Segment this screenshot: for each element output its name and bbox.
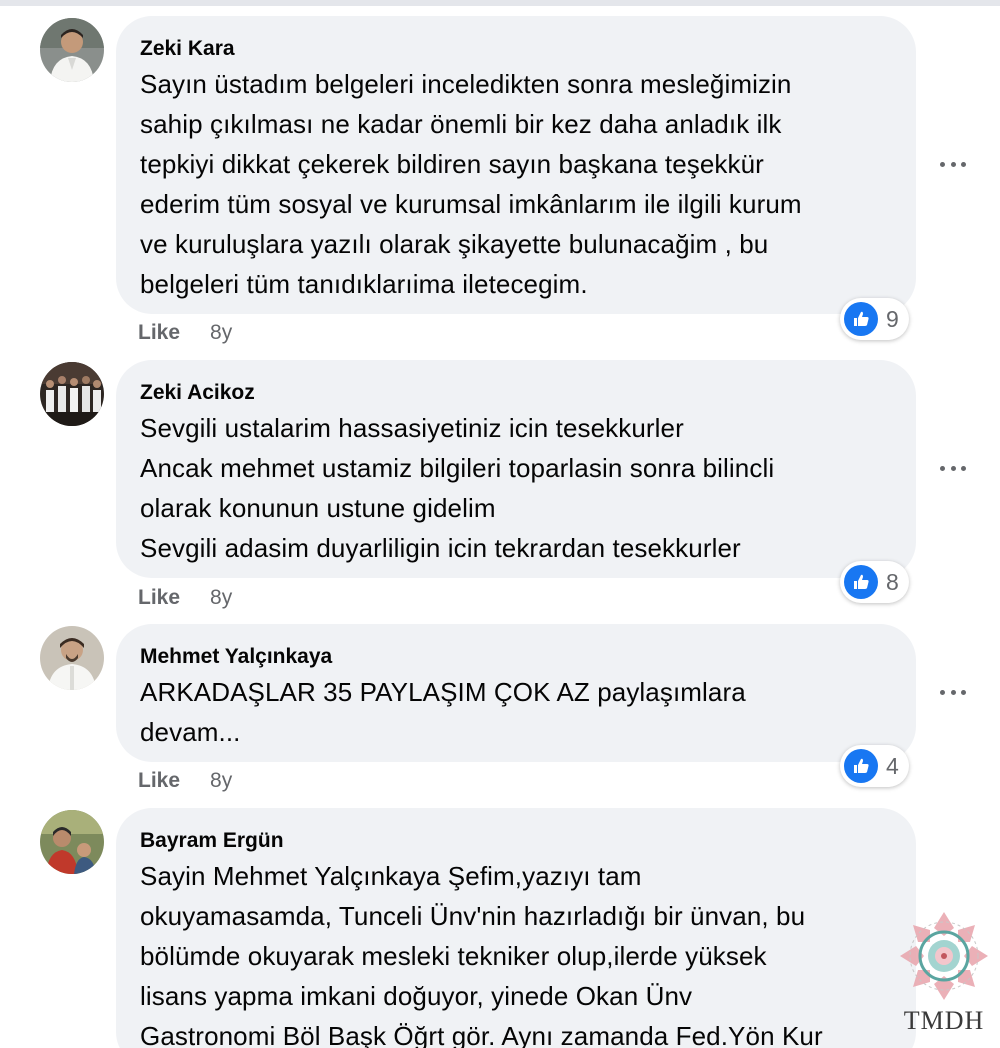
like-button[interactable]: Like [138,769,180,793]
comment-bubble: Zeki Kara Sayın üstadım belgeleri incele… [116,16,916,314]
comment-actions: Like 8y [138,766,232,796]
watermark-text: TMDH [903,1006,985,1035]
more-options-button[interactable] [938,154,968,174]
mandala-icon [900,912,988,1000]
comment-author[interactable]: Zeki Acikoz [140,378,892,408]
comment-text: Sevgili ustalarim hassasiyetiniz icin te… [140,413,775,563]
avatar[interactable] [40,626,104,690]
comment-actions: Like 8y [138,583,232,613]
more-horizontal-icon [940,161,945,167]
reaction-count: 8 [886,568,899,595]
thumbs-up-icon [844,565,878,599]
comment-bubble: Zeki Acikoz Sevgili ustalarim hassasiyet… [116,360,916,578]
comment-bubble: Bayram Ergün Sayin Mehmet Yalçınkaya Şef… [116,808,916,1048]
avatar[interactable] [40,362,104,426]
watermark-logo: TMDH [888,908,1000,1048]
comment-author[interactable]: Bayram Ergün [140,826,892,856]
comment-author[interactable]: Zeki Kara [140,34,892,64]
reaction-summary[interactable]: 8 [840,561,909,603]
reaction-summary[interactable]: 9 [840,298,909,340]
comment-timestamp[interactable]: 8y [210,321,232,345]
comment-text: Sayin Mehmet Yalçınkaya Şefim,yazıyı tam… [140,861,823,1048]
comment-author[interactable]: Mehmet Yalçınkaya [140,642,892,672]
comment-actions: Like 8y [138,318,232,348]
like-button[interactable]: Like [138,321,180,345]
like-button[interactable]: Like [138,586,180,610]
thumbs-up-icon [844,302,878,336]
comment-text: Sayın üstadım belgeleri inceledikten son… [140,69,802,299]
reaction-count: 9 [886,305,899,332]
avatar[interactable] [40,18,104,82]
avatar[interactable] [40,810,104,874]
more-horizontal-icon [940,689,945,695]
thumbs-up-icon [844,749,878,783]
reaction-count: 4 [886,752,899,779]
reaction-summary[interactable]: 4 [840,745,909,787]
previous-comment-edge [0,0,1000,6]
comment-timestamp[interactable]: 8y [210,586,232,610]
more-options-button[interactable] [938,458,968,478]
comment-bubble: Mehmet Yalçınkaya ARKADAŞLAR 35 PAYLAŞIM… [116,624,916,762]
more-horizontal-icon [940,465,945,471]
more-options-button[interactable] [938,682,968,702]
comment-timestamp[interactable]: 8y [210,769,232,793]
comment-text: ARKADAŞLAR 35 PAYLAŞIM ÇOK AZ paylaşımla… [140,677,746,747]
